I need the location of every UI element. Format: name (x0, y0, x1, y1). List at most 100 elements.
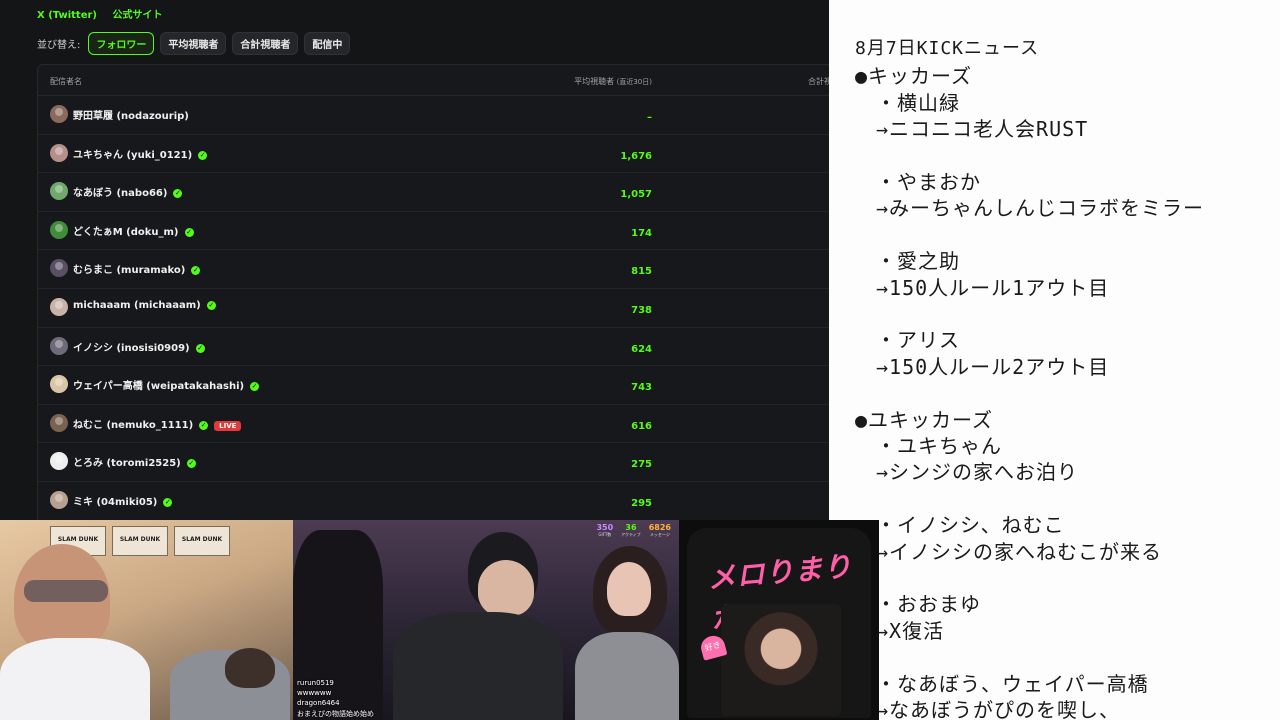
avg-viewers-value: 174 (631, 227, 652, 239)
streamer-name[interactable]: ウェイパー高橋 (weipatakahashi) ✓ (73, 377, 260, 392)
verified-icon: ✓ (199, 420, 209, 430)
verified-icon: ✓ (186, 459, 196, 469)
memo-line: →150人ルール1アウト目 (855, 275, 1110, 300)
memo-line: ●ユキッカーズ (855, 407, 994, 432)
chat-message: おまえぴの物語始め始め (297, 710, 374, 718)
header-avg-viewers[interactable]: 平均視聴者 (直近30日) (574, 76, 652, 87)
sort-avg-viewers-button[interactable]: 平均視聴者 (160, 31, 227, 55)
streamer-name[interactable]: 野田草履 (nodazourip) (73, 107, 189, 122)
streamer-name[interactable]: ねむこ (nemuko_1111) ✓ LIVE (73, 416, 242, 431)
streamer-name[interactable]: むらまこ (muramako) ✓ (73, 261, 201, 276)
streamer-name[interactable]: イノシシ (inosisi0909) ✓ (73, 339, 205, 354)
verified-icon: ✓ (191, 266, 201, 276)
person-shirt (0, 638, 150, 720)
table-row[interactable]: とろみ (toromi2525)✓2753 (38, 443, 829, 482)
memo-line: 8月7日KICKニュース (855, 38, 1040, 59)
sleeping-person (225, 648, 275, 688)
memo-line: →みーちゃんしんじコラボをミラー (855, 196, 1205, 221)
avatar (50, 259, 68, 278)
verified-icon: ✓ (195, 343, 205, 353)
verified-icon: ✓ (163, 497, 173, 507)
table-row[interactable]: なあぼう (nabo66)✓1,05712 (38, 173, 829, 212)
table-row[interactable]: michaaam (michaaam)✓7385 (38, 289, 829, 328)
news-memo: 8月7日KICKニュース ●キッカーズ ・横山緑 →ニコニコ老人会RUST ・やま… (829, 0, 1280, 720)
person-center-face (478, 560, 534, 616)
avatar (50, 220, 68, 239)
tshirt-photo (721, 604, 841, 716)
avatar (50, 452, 68, 471)
streamer-name[interactable]: ユキちゃん (yuki_0121) ✓ (73, 146, 208, 161)
sort-total-viewers-button[interactable]: 合計視聴者 (232, 31, 299, 55)
avg-viewers-value: 616 (631, 420, 652, 432)
table-row[interactable]: ミキ (04miki05)✓2953 (38, 482, 829, 520)
memo-line: ・ユキちゃん (855, 434, 1002, 458)
table-row[interactable]: どくたぁM (doku_m)✓1743 (38, 212, 829, 251)
screen: X (Twitter) 公式サイト 並び替え: フォロワー 平均視聴者 合計視聴… (0, 0, 1280, 720)
table-body: 野田草履 (nodazourip) – ユキちゃん (yuki_0121) ✓ 1,67… (38, 96, 829, 520)
streamer-name[interactable]: なあぼう (nabo66) ✓ (73, 184, 183, 199)
table-row[interactable]: イノシシ (inosisi0909)✓62411 (38, 328, 829, 367)
memo-line: →シンジの家へお泊り (855, 460, 1079, 485)
header-streamer-name[interactable]: 配信者名 (50, 76, 82, 87)
avg-viewers-value: 624 (631, 343, 652, 355)
chat-user: rurun0519 (297, 679, 334, 687)
verified-icon: ✓ (206, 300, 216, 310)
camera-feed-group: 350 GIFT数 36 アクティブ 6826 メッセージ rurun0519 www… (293, 520, 679, 720)
memo-line: ●キッカーズ (855, 64, 973, 89)
official-site-link[interactable]: 公式サイト (112, 10, 162, 21)
poster: SLAM DUNK (174, 526, 230, 556)
avg-viewers-value: 1,057 (620, 189, 652, 201)
poster: SLAM DUNK (112, 526, 168, 556)
chat-user: dragon6464 (297, 699, 340, 707)
table-row[interactable]: むらまこ (muramako)✓81522 (38, 250, 829, 289)
memo-line: →ニコニコ老人会RUST (855, 117, 1089, 142)
memo-line: ・やまおか (855, 170, 981, 194)
avatar (50, 297, 68, 316)
streamer-table: 配信者名 平均視聴者 (直近30日) 合計視聴者 野田草履 (nodazouri… (37, 64, 829, 520)
person-center-shirt (393, 612, 563, 720)
avg-viewers-value: 295 (631, 497, 652, 509)
memo-line: →なあぼうがぴのを喫し、 (855, 698, 1121, 720)
table-row[interactable]: ウェイパー高橋 (weipatakahashi)✓74311 (38, 366, 829, 405)
avg-viewers-value: 275 (631, 459, 652, 471)
merch-tshirt-image: メロりまりか 好き (679, 520, 879, 720)
table-row[interactable]: 野田草履 (nodazourip) – (38, 96, 829, 135)
verified-icon: ✓ (250, 382, 260, 392)
table-header: 配信者名 平均視聴者 (直近30日) 合計視聴者 (38, 65, 829, 96)
stat-message: 6826 メッセージ (648, 523, 671, 537)
live-badge: LIVE (214, 420, 242, 431)
twitter-link[interactable]: X (Twitter) (37, 10, 97, 21)
glasses (24, 580, 108, 602)
avatar (50, 413, 68, 432)
sort-followers-button[interactable]: フォロワー (88, 31, 155, 55)
person-right-face (607, 562, 651, 616)
stat-gift: 350 GIFT数 (596, 523, 614, 537)
memo-line: ・イノシシ、ねむこ (855, 513, 1065, 538)
streamer-name[interactable]: どくたぁM (doku_m) ✓ (73, 223, 194, 238)
avg-viewers-value: 815 (631, 266, 652, 278)
streamer-name[interactable]: とろみ (toromi2525) ✓ (73, 454, 196, 469)
memo-line: ・なあぼう、ウェイパー高橋 (855, 671, 1149, 696)
verified-icon: ✓ (184, 227, 194, 237)
streamer-name[interactable]: ミキ (04miki05) ✓ (73, 493, 173, 508)
sort-bar: 並び替え: フォロワー 平均視聴者 合計視聴者 配信中 (37, 30, 351, 56)
verified-icon: ✓ (198, 150, 208, 160)
verified-icon: ✓ (173, 189, 183, 199)
memo-line: ・アリス (855, 328, 960, 353)
person-right-shirt (575, 632, 679, 720)
streamer-ranking-panel: X (Twitter) 公式サイト 並び替え: フォロワー 平均視聴者 合計視聴… (0, 0, 829, 520)
table-row[interactable]: ねむこ (nemuko_1111)✓LIVE6165 (38, 405, 829, 444)
table-row[interactable]: ユキちゃん (yuki_0121)✓1,67618 (38, 135, 829, 174)
avatar (50, 143, 68, 162)
stat-active: 36 アクティブ (621, 523, 641, 537)
header-total-viewers[interactable]: 合計視聴者 (808, 76, 829, 87)
sort-label: 並び替え: (37, 39, 81, 51)
avatar (50, 375, 68, 394)
camera-feed-room: SLAM DUNK SLAM DUNK SLAM DUNK (0, 520, 293, 720)
avatar (50, 182, 68, 201)
memo-line: ・横山緑 (855, 90, 960, 115)
chat-message: wwwwww (297, 689, 332, 697)
sort-live-button[interactable]: 配信中 (304, 31, 351, 55)
streamer-name[interactable]: michaaam (michaaam) ✓ (73, 300, 216, 311)
memo-line: ・愛之助 (855, 249, 960, 274)
